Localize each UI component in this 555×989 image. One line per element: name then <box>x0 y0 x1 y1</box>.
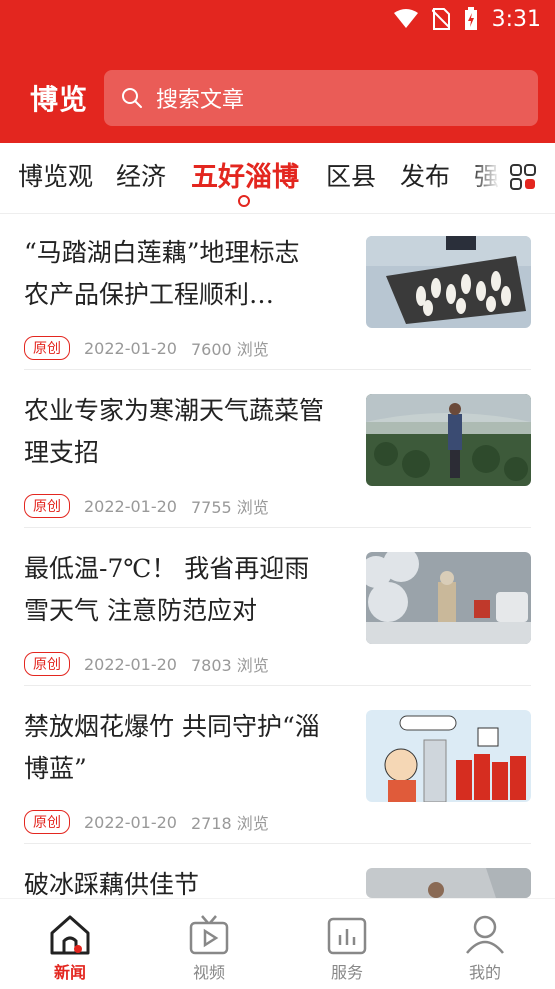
bottom-navigation: 新闻 视频 服务 我的 <box>0 898 555 989</box>
original-badge: 原创 <box>24 652 70 676</box>
user-icon <box>466 915 504 954</box>
article-views: 2718 浏览 <box>190 814 269 833</box>
wifi-icon <box>393 9 418 28</box>
channel-grid-icon[interactable] <box>510 164 536 190</box>
article-item[interactable]: 破冰踩藕供佳节 <box>0 862 555 899</box>
search-placeholder: 搜索文章 <box>156 88 245 113</box>
divider <box>24 843 531 844</box>
app-header: 3:31 博览 搜索文章 <box>0 0 555 143</box>
article-title: “马踏湖白莲藕”地理标志农产品保护工程顺利… <box>24 238 300 309</box>
article-date: 2022-01-20 <box>84 654 177 674</box>
nav-news-label: 新闻 <box>53 963 86 982</box>
article-thumbnail <box>366 868 531 898</box>
nav-service[interactable]: 服务 <box>307 913 387 983</box>
home-icon <box>50 915 90 955</box>
tab-boulanguan[interactable]: 博览观 <box>18 157 93 193</box>
status-bar: 3:31 <box>393 0 541 38</box>
tab-wuhao-zibo[interactable]: 五好淄博 <box>191 155 299 194</box>
tabs-fade <box>470 150 500 206</box>
article-date: 2022-01-20 <box>84 496 177 516</box>
article-meta: 原创 2022-01-20 7600 浏览 <box>24 336 269 360</box>
article-item[interactable]: 最低温-7℃！ 我省再迎雨雪天气 注意防范应对 原创 2022-01-20 78… <box>0 546 555 686</box>
tv-play-icon <box>189 915 229 955</box>
article-thumbnail <box>366 236 531 328</box>
search-input[interactable]: 搜索文章 <box>104 70 538 126</box>
article-item[interactable]: 农业专家为寒潮天气蔬菜管理支招 原创 2022-01-20 7755 浏览 <box>0 388 555 528</box>
service-chart-icon <box>327 917 367 955</box>
article-date: 2022-01-20 <box>84 338 177 358</box>
nav-profile[interactable]: 我的 <box>445 913 525 983</box>
original-badge: 原创 <box>24 494 70 518</box>
tab-district[interactable]: 区县 <box>326 157 376 193</box>
article-title: 农业专家为寒潮天气蔬菜管理支招 <box>24 396 325 467</box>
nav-video[interactable]: 视频 <box>169 913 249 983</box>
article-thumbnail <box>366 552 531 644</box>
original-badge: 原创 <box>24 336 70 360</box>
article-meta: 原创 2022-01-20 7803 浏览 <box>24 652 269 676</box>
article-item[interactable]: 禁放烟花爆竹 共同守护“淄博蓝” 原创 2022-01-20 2718 浏览 <box>0 704 555 844</box>
article-views: 7755 浏览 <box>190 498 269 517</box>
no-sim-icon <box>431 8 450 30</box>
article-meta: 原创 2022-01-20 7755 浏览 <box>24 494 269 518</box>
tab-economy[interactable]: 经济 <box>116 157 166 193</box>
divider <box>24 527 531 528</box>
article-date: 2022-01-20 <box>84 812 177 832</box>
nav-news[interactable]: 新闻 <box>30 913 110 983</box>
original-badge: 原创 <box>24 810 70 834</box>
nav-service-label: 服务 <box>330 963 363 982</box>
divider <box>24 369 531 370</box>
clock: 3:31 <box>491 6 541 32</box>
search-icon <box>122 88 142 108</box>
article-meta: 原创 2022-01-20 2718 浏览 <box>24 810 269 834</box>
article-title: 禁放烟花爆竹 共同守护“淄博蓝” <box>24 712 320 783</box>
article-views: 7600 浏览 <box>190 340 269 359</box>
article-thumbnail <box>366 394 531 486</box>
article-views: 7803 浏览 <box>190 656 269 675</box>
article-item[interactable]: “马踏湖白莲藕”地理标志农产品保护工程顺利… 原创 2022-01-20 760… <box>0 230 555 370</box>
battery-charging-icon <box>464 7 477 30</box>
article-thumbnail <box>366 710 531 802</box>
article-title: 最低温-7℃！ 我省再迎雨雪天气 注意防范应对 <box>24 554 310 625</box>
nav-video-label: 视频 <box>192 963 225 982</box>
tab-release[interactable]: 发布 <box>400 157 450 193</box>
nav-profile-label: 我的 <box>468 963 501 982</box>
brand-title: 博览 <box>30 83 89 116</box>
active-tab-indicator <box>238 195 250 207</box>
divider <box>24 685 531 686</box>
